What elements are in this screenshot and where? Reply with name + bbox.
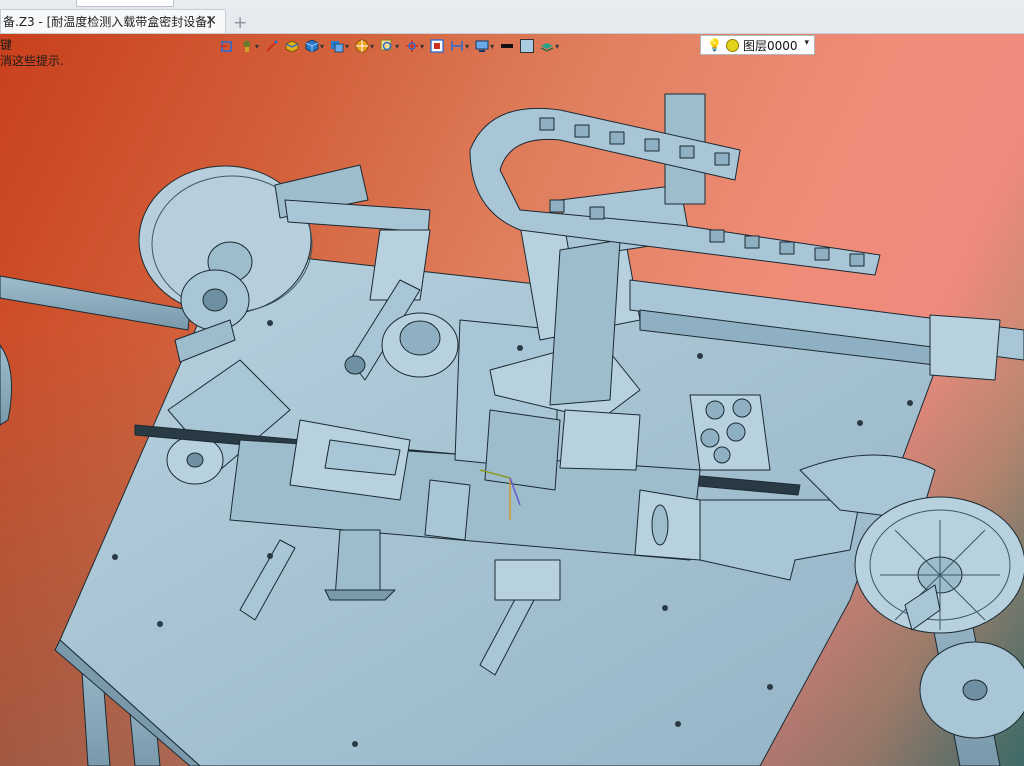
filter-icon [243, 40, 251, 52]
chevron-down-icon: ▾ [395, 41, 400, 51]
zoom-button[interactable]: ▾ [380, 36, 399, 56]
layer-manager-icon [540, 43, 554, 52]
color-swatch-icon [520, 39, 535, 53]
tab-bar: 备.Z3 - [耐温度检测入载带盒密封设备] ✕ + [0, 7, 1024, 34]
line-weight-button[interactable] [500, 36, 514, 56]
chevron-down-icon: ▾ [320, 41, 325, 51]
view-toolbar: ▾ ▾ ▾ ▾ ▾ ▾ ▾ ▾ ▾ [220, 35, 565, 57]
pen-button[interactable] [265, 36, 279, 56]
display-icon [475, 40, 489, 52]
cad-window: 备.Z3 - [耐温度检测入载带盒密封设备] ✕ + 键 消这些提示. ▾ ▾ … [0, 0, 1024, 766]
shaded-cube-icon [305, 39, 319, 53]
viewport-hint: 键 消这些提示. [0, 37, 64, 69]
tab-document[interactable]: 备.Z3 - [耐温度检测入载带盒密封设备] ✕ [0, 9, 226, 33]
chevron-down-icon: ▾ [420, 41, 425, 51]
pen-icon [266, 40, 278, 52]
shaded-cube-button[interactable]: ▾ [305, 36, 324, 56]
hint-line-2: 消这些提示. [0, 54, 64, 68]
quick-input-field[interactable] [76, 0, 174, 7]
views-button[interactable]: ▾ [330, 36, 349, 56]
chevron-down-icon: ▾ [804, 38, 809, 48]
chevron-down-icon: ▾ [370, 41, 375, 51]
section-button[interactable] [430, 36, 444, 56]
rotate-icon [406, 40, 419, 52]
solid-block-icon [285, 40, 299, 53]
chevron-down-icon: ▾ [465, 41, 470, 51]
cad-model[interactable] [0, 34, 1024, 766]
section-icon [430, 39, 444, 53]
wheel-edge-left [0, 344, 13, 426]
snap-icon [220, 41, 232, 52]
add-tab-icon[interactable]: + [233, 15, 247, 32]
solid-block-button[interactable] [285, 36, 299, 56]
render-mode-button[interactable]: ▾ [355, 36, 374, 56]
layer-name: 图层0000 [742, 38, 798, 53]
snap-button[interactable] [220, 36, 234, 56]
display-button[interactable]: ▾ [475, 36, 494, 56]
color-swatch-button[interactable] [520, 36, 535, 56]
line-weight-icon [501, 44, 514, 48]
layer-select[interactable]: 💡 图层0000 ▾ [700, 35, 815, 55]
hint-line-1: 键 [0, 38, 13, 52]
dimension-icon [451, 41, 463, 51]
light-bulb-icon: 💡 [707, 38, 722, 52]
render-mode-icon [355, 39, 369, 53]
filter-button[interactable]: ▾ [240, 36, 259, 56]
chevron-down-icon: ▾ [555, 41, 560, 51]
close-icon[interactable]: ✕ [205, 13, 217, 29]
chevron-down-icon: ▾ [490, 41, 495, 51]
layer-manager-button[interactable]: ▾ [540, 36, 559, 56]
tab-title: 备.Z3 - [耐温度检测入载带盒密封设备] [3, 15, 212, 29]
chevron-down-icon: ▾ [345, 41, 350, 51]
rotate-button[interactable]: ▾ [405, 36, 424, 56]
dimension-button[interactable]: ▾ [450, 36, 469, 56]
zoom-icon [380, 39, 392, 51]
views-icon [331, 41, 344, 53]
chevron-down-icon: ▾ [255, 41, 260, 51]
title-bar [0, 0, 1024, 7]
layer-color-icon [725, 38, 739, 52]
